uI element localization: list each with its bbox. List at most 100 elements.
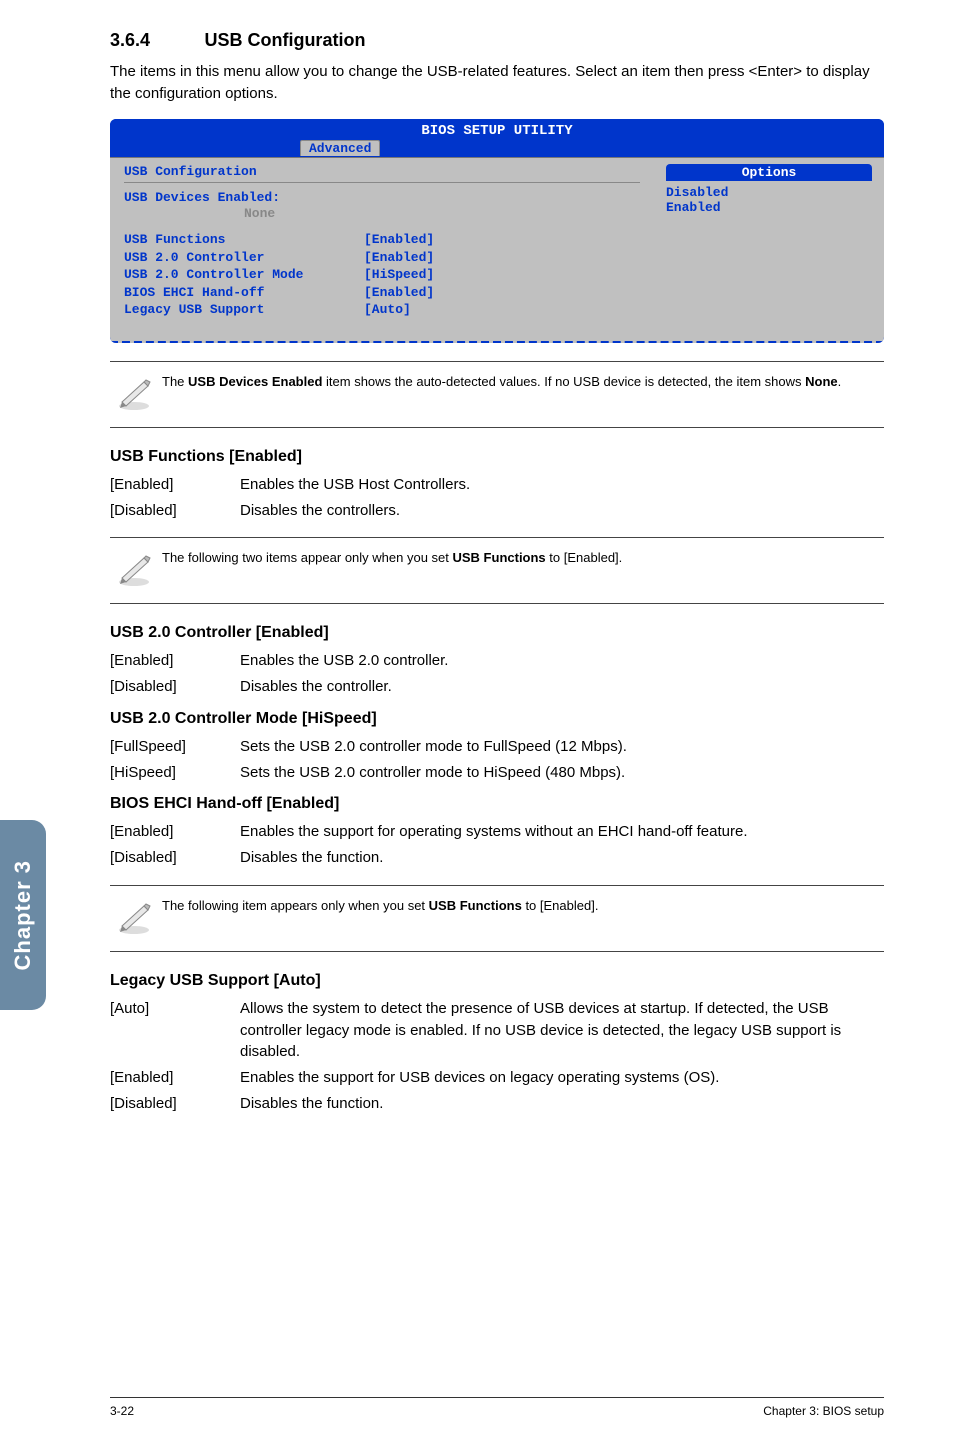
- note-text-bold: USB Functions: [453, 550, 546, 565]
- option-key: [Enabled]: [110, 1065, 240, 1091]
- option-key: [Enabled]: [110, 819, 240, 845]
- option-desc: Disables the function.: [240, 845, 748, 871]
- option-key: [Disabled]: [110, 845, 240, 871]
- bios-tab-advanced[interactable]: Advanced: [300, 140, 380, 156]
- note-text-part: The: [162, 374, 188, 389]
- bios-devices-label: USB Devices Enabled:: [124, 189, 364, 207]
- bios-option-item[interactable]: Enabled: [666, 200, 872, 215]
- option-desc: Disables the function.: [240, 1091, 884, 1117]
- note-text: The USB Devices Enabled item shows the a…: [162, 372, 841, 392]
- option-key: [Enabled]: [110, 472, 240, 498]
- note-text-part: .: [838, 374, 842, 389]
- note-text-bold: USB Functions: [429, 898, 522, 913]
- option-key: [Disabled]: [110, 498, 240, 524]
- note-text: The following item appears only when you…: [162, 896, 598, 916]
- bios-setting-value: [Enabled]: [364, 284, 434, 302]
- bios-setting-label: USB Functions: [124, 231, 364, 249]
- table-row: [Disabled]Disables the controllers.: [110, 498, 470, 524]
- option-desc: Enables the support for operating system…: [240, 819, 748, 845]
- bios-setting-value: [Auto]: [364, 301, 411, 319]
- bios-right-pane: Options Disabled Enabled: [654, 158, 884, 329]
- bios-divider: [124, 182, 640, 183]
- option-key: [Disabled]: [110, 674, 240, 700]
- note-icon: [114, 372, 162, 417]
- option-key: [FullSpeed]: [110, 734, 240, 760]
- option-key: [Auto]: [110, 996, 240, 1065]
- table-row: [Enabled]Enables the support for USB dev…: [110, 1065, 884, 1091]
- note-box: The following item appears only when you…: [110, 885, 884, 952]
- table-row: [Disabled]Disables the function.: [110, 845, 748, 871]
- bios-option-item[interactable]: Disabled: [666, 185, 872, 200]
- options-table: [FullSpeed]Sets the USB 2.0 controller m…: [110, 734, 627, 786]
- bios-setting-row[interactable]: Legacy USB Support [Auto]: [124, 301, 640, 319]
- page-footer: 3-22 Chapter 3: BIOS setup: [110, 1397, 884, 1418]
- bios-title: BIOS SETUP UTILITY: [110, 119, 884, 139]
- subsection-title: USB Functions [Enabled]: [110, 448, 884, 466]
- option-key: [HiSpeed]: [110, 760, 240, 786]
- bios-setting-row[interactable]: USB Functions [Enabled]: [124, 231, 640, 249]
- option-key: [Enabled]: [110, 648, 240, 674]
- table-row: [Disabled]Disables the function.: [110, 1091, 884, 1117]
- bios-setting-label: USB 2.0 Controller Mode: [124, 266, 364, 284]
- section-heading: 3.6.4 USB Configuration: [110, 30, 884, 51]
- table-row: [HiSpeed]Sets the USB 2.0 controller mod…: [110, 760, 627, 786]
- option-desc: Enables the support for USB devices on l…: [240, 1065, 884, 1091]
- bios-setting-row[interactable]: BIOS EHCI Hand-off [Enabled]: [124, 284, 640, 302]
- bios-setting-value: [Enabled]: [364, 249, 434, 267]
- option-desc: Allows the system to detect the presence…: [240, 996, 884, 1065]
- bios-left-pane: USB Configuration USB Devices Enabled: N…: [110, 158, 654, 329]
- option-desc: Enables the USB Host Controllers.: [240, 472, 470, 498]
- section-number: 3.6.4: [110, 30, 200, 51]
- subsection-title: Legacy USB Support [Auto]: [110, 972, 884, 990]
- note-text-part: item shows the auto-detected values. If …: [322, 374, 805, 389]
- note-text-bold: None: [805, 374, 838, 389]
- bios-torn-edge: [110, 329, 884, 343]
- intro-text: The items in this menu allow you to chan…: [110, 61, 884, 105]
- footer-chapter-label: Chapter 3: BIOS setup: [763, 1404, 884, 1418]
- bios-options-header: Options: [666, 164, 872, 181]
- chapter-side-tab: Chapter 3: [0, 820, 46, 1010]
- bios-tab-row: Advanced: [110, 139, 884, 157]
- option-desc: Sets the USB 2.0 controller mode to Full…: [240, 734, 627, 760]
- table-row: [Enabled]Enables the USB 2.0 controller.: [110, 648, 448, 674]
- note-text-part: The following item appears only when you…: [162, 898, 429, 913]
- table-row: [Enabled]Enables the USB Host Controller…: [110, 472, 470, 498]
- option-desc: Disables the controllers.: [240, 498, 470, 524]
- subsection-title: BIOS EHCI Hand-off [Enabled]: [110, 795, 884, 813]
- note-text-part: to [Enabled].: [522, 898, 599, 913]
- note-text: The following two items appear only when…: [162, 548, 622, 568]
- bios-setting-label: USB 2.0 Controller: [124, 249, 364, 267]
- table-row: [Disabled]Disables the controller.: [110, 674, 448, 700]
- table-row: [Enabled]Enables the support for operati…: [110, 819, 748, 845]
- table-row: [Auto]Allows the system to detect the pr…: [110, 996, 884, 1065]
- option-desc: Enables the USB 2.0 controller.: [240, 648, 448, 674]
- bios-setting-value: [Enabled]: [364, 231, 434, 249]
- bios-setting-label: BIOS EHCI Hand-off: [124, 284, 364, 302]
- bios-setting-row[interactable]: USB 2.0 Controller Mode [HiSpeed]: [124, 266, 640, 284]
- note-box: The USB Devices Enabled item shows the a…: [110, 361, 884, 428]
- bios-left-title: USB Configuration: [124, 164, 640, 179]
- bios-panel: BIOS SETUP UTILITY Advanced USB Configur…: [110, 119, 884, 343]
- note-text-part: The following two items appear only when…: [162, 550, 453, 565]
- note-box: The following two items appear only when…: [110, 537, 884, 604]
- option-key: [Disabled]: [110, 1091, 240, 1117]
- bios-setting-value: [HiSpeed]: [364, 266, 434, 284]
- note-icon: [114, 548, 162, 593]
- options-table: [Enabled]Enables the support for operati…: [110, 819, 748, 871]
- bios-devices-value: None: [124, 206, 640, 221]
- options-table: [Enabled]Enables the USB Host Controller…: [110, 472, 470, 524]
- note-icon: [114, 896, 162, 941]
- options-table: [Auto]Allows the system to detect the pr…: [110, 996, 884, 1117]
- bios-setting-label: Legacy USB Support: [124, 301, 364, 319]
- note-text-bold: USB Devices Enabled: [188, 374, 322, 389]
- subsection-title: USB 2.0 Controller Mode [HiSpeed]: [110, 710, 884, 728]
- note-text-part: to [Enabled].: [546, 550, 623, 565]
- option-desc: Sets the USB 2.0 controller mode to HiSp…: [240, 760, 627, 786]
- bios-setting-row[interactable]: USB 2.0 Controller [Enabled]: [124, 249, 640, 267]
- options-table: [Enabled]Enables the USB 2.0 controller.…: [110, 648, 448, 700]
- option-desc: Disables the controller.: [240, 674, 448, 700]
- table-row: [FullSpeed]Sets the USB 2.0 controller m…: [110, 734, 627, 760]
- footer-page-number: 3-22: [110, 1404, 134, 1418]
- chapter-side-tab-label: Chapter 3: [10, 860, 36, 970]
- section-title: USB Configuration: [204, 30, 365, 50]
